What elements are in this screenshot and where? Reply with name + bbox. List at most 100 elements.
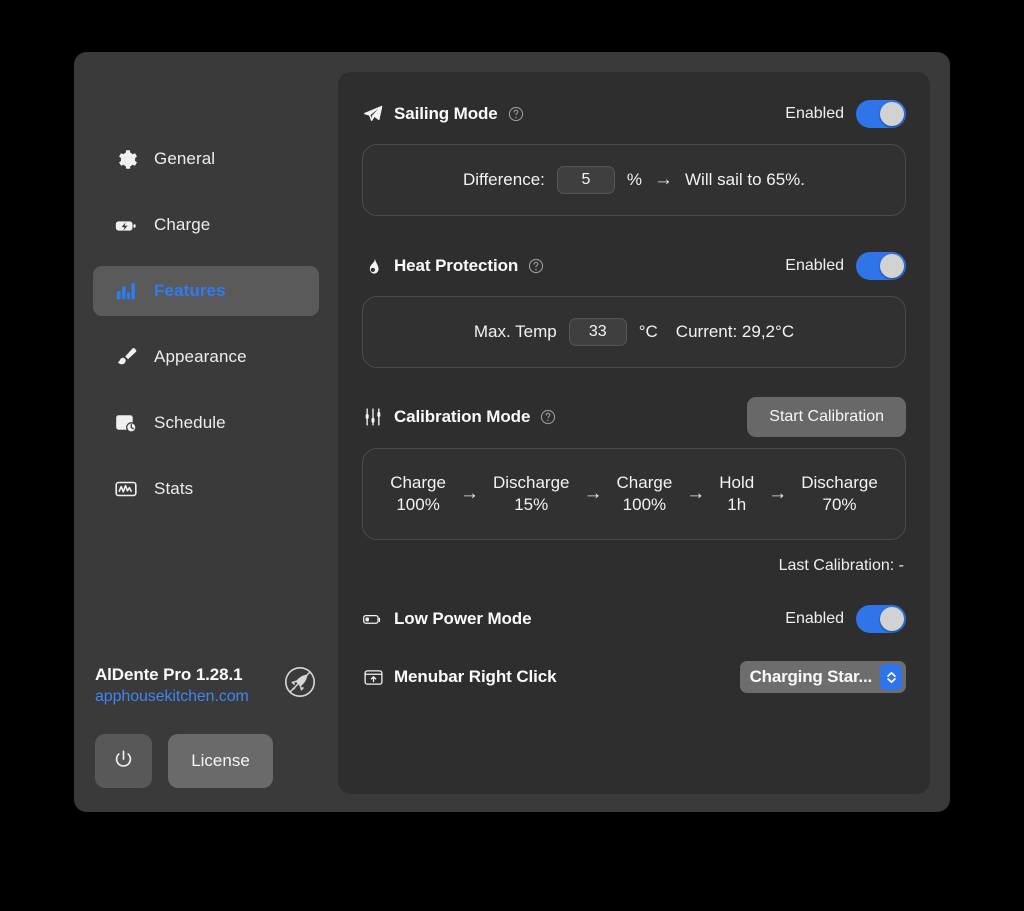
main-panel: Sailing Mode Enabled Difference: 5 % → W… [338,72,930,794]
arrow-icon: → [686,483,706,504]
sidebar-item-label: Features [154,281,226,300]
heat-protection-section: Heat Protection Enabled Max. Temp 33 °C [362,246,906,368]
max-temp-label: Max. Temp [473,322,557,341]
current-temp-text: Current: 29,2°C [675,322,795,341]
paper-plane-icon [362,103,384,125]
sidebar-item-features[interactable]: Features [93,266,319,316]
difference-input[interactable]: 5 [556,166,615,194]
battery-bolt-icon [114,213,138,237]
paintbrush-icon [114,345,138,369]
sailing-difference-row: Difference: 5 % → Will sail to 65%. [463,166,805,194]
low-power-mode-title: Low Power Mode [394,609,532,628]
last-calibration-text: Last Calibration: - [778,557,904,574]
question-circle-icon[interactable] [540,409,556,425]
heat-protection-title: Heat Protection [394,256,519,275]
calibration-step: Charge 100% [390,472,446,516]
calibration-step: Hold 1h [719,472,754,516]
sidebar-item-stats[interactable]: Stats [93,464,319,514]
arrow-icon: → [459,483,479,504]
flame-icon [362,255,384,277]
menubar-right-click-row: Menubar Right Click Charging Star... [362,651,906,703]
menubar-icon [362,666,384,688]
calibration-steps-card: Charge 100% → Discharge 15% → Charge 100… [362,448,906,540]
sidebar-item-schedule[interactable]: Schedule [93,398,319,448]
sidebar-item-general[interactable]: General [93,134,319,184]
toggle-knob [880,607,904,631]
max-temp-row: Max. Temp 33 °C Current: 29,2°C [474,318,794,346]
menubar-right-click-title: Menubar Right Click [394,667,557,686]
gear-icon [114,147,138,171]
step-line1: Charge [390,473,446,493]
calibration-step: Charge 100% [617,472,673,516]
sliders-icon [362,406,384,428]
brand-text: AlDente Pro 1.28.1 apphousekitchen.com [95,663,249,706]
sidebar-item-label: Stats [154,479,194,498]
low-power-mode-toggle[interactable] [856,605,906,633]
step-line1: Discharge [492,473,570,493]
step-line1: Hold [719,473,755,493]
sidebar-item-label: Appearance [154,347,247,366]
step-line2: 15% [514,495,549,514]
sidebar-footer: AlDente Pro 1.28.1 apphousekitchen.com L… [74,663,338,812]
brand-row: AlDente Pro 1.28.1 apphousekitchen.com [93,663,319,706]
calibration-mode-header: Calibration Mode Start Calibration [362,396,906,438]
step-line1: Charge [616,473,673,493]
sidebar-item-appearance[interactable]: Appearance [93,332,319,382]
footer-buttons: License [93,734,319,788]
sidebar-item-label: Charge [154,215,211,234]
temp-unit: °C [638,322,658,341]
difference-label: Difference: [462,170,545,189]
power-icon [112,748,135,774]
low-power-toggle-label: Enabled [785,610,844,627]
calibration-step: Discharge 70% [801,472,878,516]
sailing-mode-section: Sailing Mode Enabled Difference: 5 % → W… [362,94,906,216]
sailing-mode-toggle[interactable] [856,100,906,128]
step-line2: 1h [727,495,747,514]
heat-protection-card: Max. Temp 33 °C Current: 29,2°C [362,296,906,368]
bar-chart-icon [114,279,138,303]
sail-result-text: Will sail to 65%. [685,170,805,189]
question-circle-icon[interactable] [508,106,524,122]
heat-protection-header: Heat Protection Enabled [362,246,906,286]
question-circle-icon[interactable] [528,258,544,274]
waveform-icon [114,477,138,501]
app-name: AlDente Pro 1.28.1 [95,665,243,684]
calibration-step: Discharge 15% [493,472,570,516]
sidebar: General Charge Features Appearance Sched… [74,52,338,812]
sidebar-item-label: General [154,149,216,168]
sailing-mode-card: Difference: 5 % → Will sail to 65%. [362,144,906,216]
percent-symbol: % [626,170,643,189]
toggle-knob [880,102,904,126]
quit-button[interactable] [95,734,152,788]
start-calibration-button[interactable]: Start Calibration [747,397,906,437]
website-link[interactable]: apphousekitchen.com [95,688,249,706]
license-button[interactable]: License [168,734,273,788]
chevron-updown-icon [880,664,902,690]
calibration-mode-title: Calibration Mode [394,407,531,426]
max-temp-input[interactable]: 33 [568,318,627,346]
battery-low-icon [362,608,384,630]
calendar-clock-icon [114,411,138,435]
menubar-action-select[interactable]: Charging Star... [739,661,906,693]
app-window: General Charge Features Appearance Sched… [74,52,950,812]
step-line2: 100% [622,495,667,514]
sailing-mode-header: Sailing Mode Enabled [362,94,906,134]
step-line1: Discharge [801,473,878,493]
rocket-circle-icon [283,665,317,699]
heat-protection-toggle[interactable] [856,252,906,280]
sailing-mode-title: Sailing Mode [394,104,498,123]
step-line2: 70% [822,495,857,514]
low-power-mode-row: Low Power Mode Enabled [362,593,906,645]
sidebar-item-charge[interactable]: Charge [93,200,319,250]
step-line2: 100% [396,495,440,514]
sailing-toggle-label: Enabled [785,105,844,122]
heat-toggle-label: Enabled [785,257,844,274]
toggle-knob [880,254,904,278]
arrow-icon: → [654,169,674,190]
calibration-steps: Charge 100% → Discharge 15% → Charge 100… [390,472,878,516]
arrow-icon: → [768,483,788,504]
select-value: Charging Star... [749,667,873,686]
sidebar-item-label: Schedule [154,413,226,432]
calibration-mode-section: Calibration Mode Start Calibration Charg… [362,396,906,575]
arrow-icon: → [583,483,603,504]
